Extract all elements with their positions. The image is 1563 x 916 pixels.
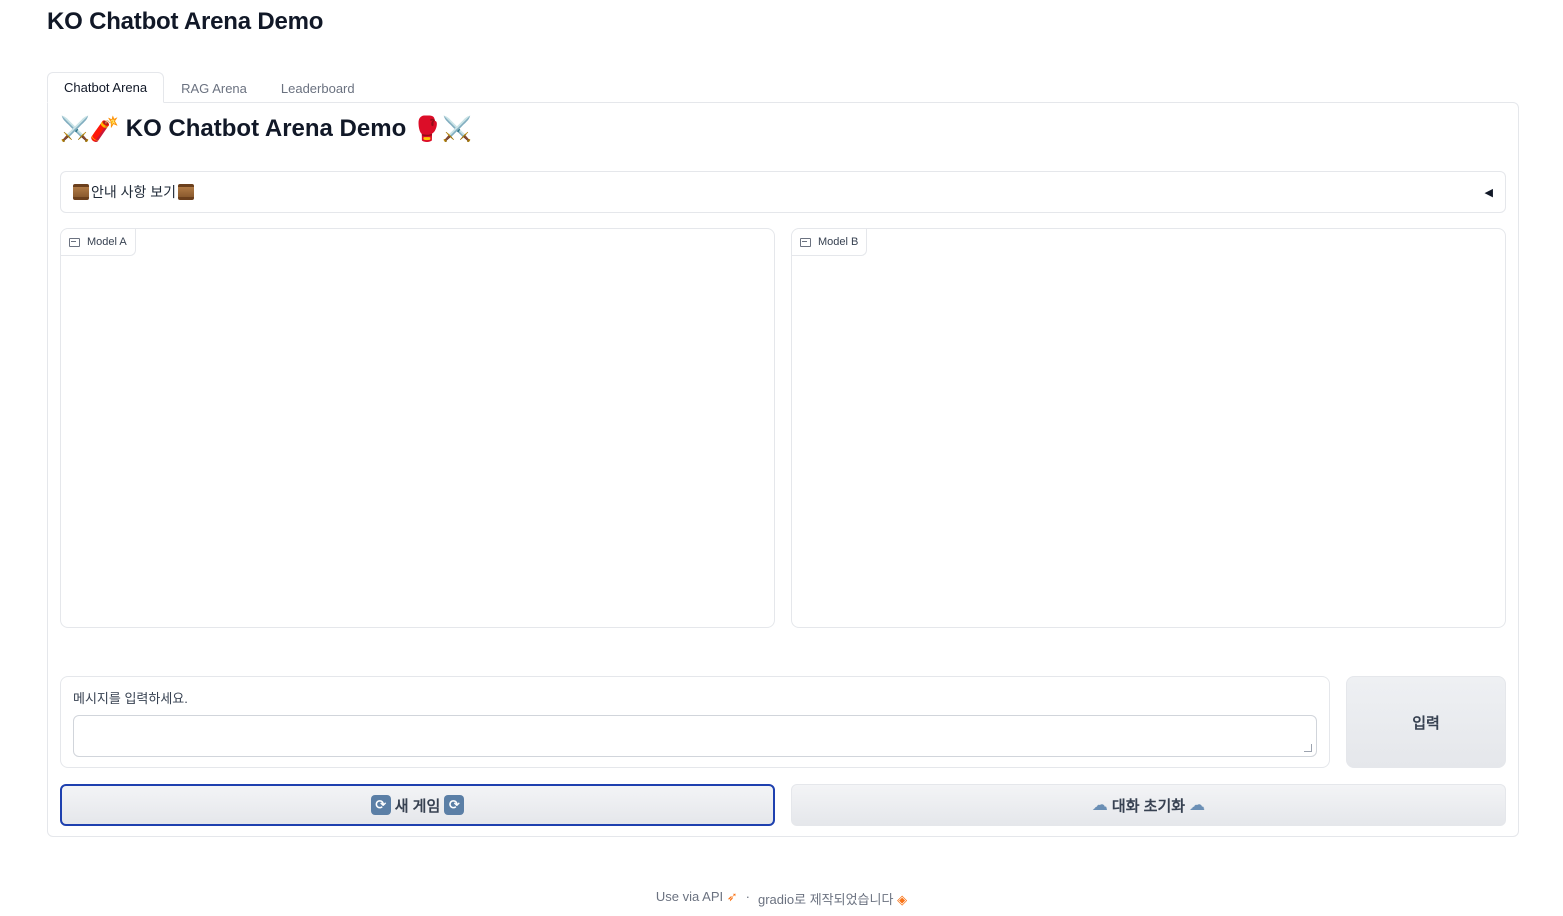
reset-button[interactable]: ☁ 대화 초기화 ☁ [791, 784, 1506, 826]
gradio-link[interactable]: gradio로 제작되었습니다 ◈ [758, 889, 907, 908]
chatbot-arena-panel: ⚔️🧨 KO Chatbot Arena Demo 🥊⚔️ 안내 사항 보기 ◀… [47, 102, 1519, 837]
chat-icon [69, 237, 80, 247]
tab-leaderboard[interactable]: Leaderboard [264, 73, 372, 103]
arena-heading: ⚔️🧨 KO Chatbot Arena Demo 🥊⚔️ [60, 115, 472, 143]
new-game-label: 새 게임 [394, 797, 441, 815]
message-input-label: 메시지를 입력하세요. [73, 691, 188, 706]
scroll-icon [73, 184, 89, 200]
refresh-icon: ⟳ [370, 795, 391, 815]
footer: Use via API ➶ · gradio로 제작되었습니다 ◈ [0, 889, 1563, 908]
chatbot-label-model-b: Model B [792, 229, 868, 256]
rocket-icon: ➶ [726, 889, 738, 904]
gradio-logo-icon: ◈ [897, 892, 908, 907]
arena-heading-text: KO Chatbot Arena Demo [125, 115, 407, 142]
message-input-block: 메시지를 입력하세요. [60, 676, 1330, 768]
rain-cloud-icon: ☁ [1091, 797, 1108, 814]
reset-label: 대화 초기화 [1111, 797, 1186, 815]
boxing-glove-swords-icon: 🥊⚔️ [412, 115, 472, 143]
guide-label: 안내 사항 보기 [91, 184, 177, 200]
message-input[interactable] [73, 715, 1317, 757]
chat-icon [800, 237, 811, 247]
submit-button[interactable]: 입력 [1346, 676, 1506, 768]
scroll-icon [178, 184, 195, 200]
guide-accordion[interactable]: 안내 사항 보기 ◀ [60, 171, 1506, 213]
new-game-button[interactable]: ⟳ 새 게임 ⟳ [60, 784, 775, 826]
tab-bar: Chatbot Arena RAG Arena Leaderboard [47, 72, 372, 103]
chatbot-model-a[interactable]: Model A [60, 228, 775, 628]
rain-cloud-icon: ☁ [1189, 797, 1206, 814]
refresh-icon: ⟳ [444, 795, 465, 815]
tab-chatbot-arena[interactable]: Chatbot Arena [47, 72, 165, 103]
api-link[interactable]: Use via API ➶ [656, 889, 738, 908]
footer-separator: · [745, 889, 750, 904]
caret-left-icon[interactable]: ◀ [1485, 186, 1493, 199]
chatbot-label-model-a: Model A [61, 229, 136, 256]
swords-dynamite-icon: ⚔️🧨 [60, 115, 120, 143]
chatbot-model-b[interactable]: Model B [791, 228, 1506, 628]
model-a-label: Model A [87, 236, 127, 248]
model-b-label: Model B [818, 236, 859, 248]
tab-rag-arena[interactable]: RAG Arena [164, 73, 264, 103]
page-title: KO Chatbot Arena Demo [47, 8, 324, 35]
resize-handle-icon[interactable] [1304, 744, 1312, 752]
